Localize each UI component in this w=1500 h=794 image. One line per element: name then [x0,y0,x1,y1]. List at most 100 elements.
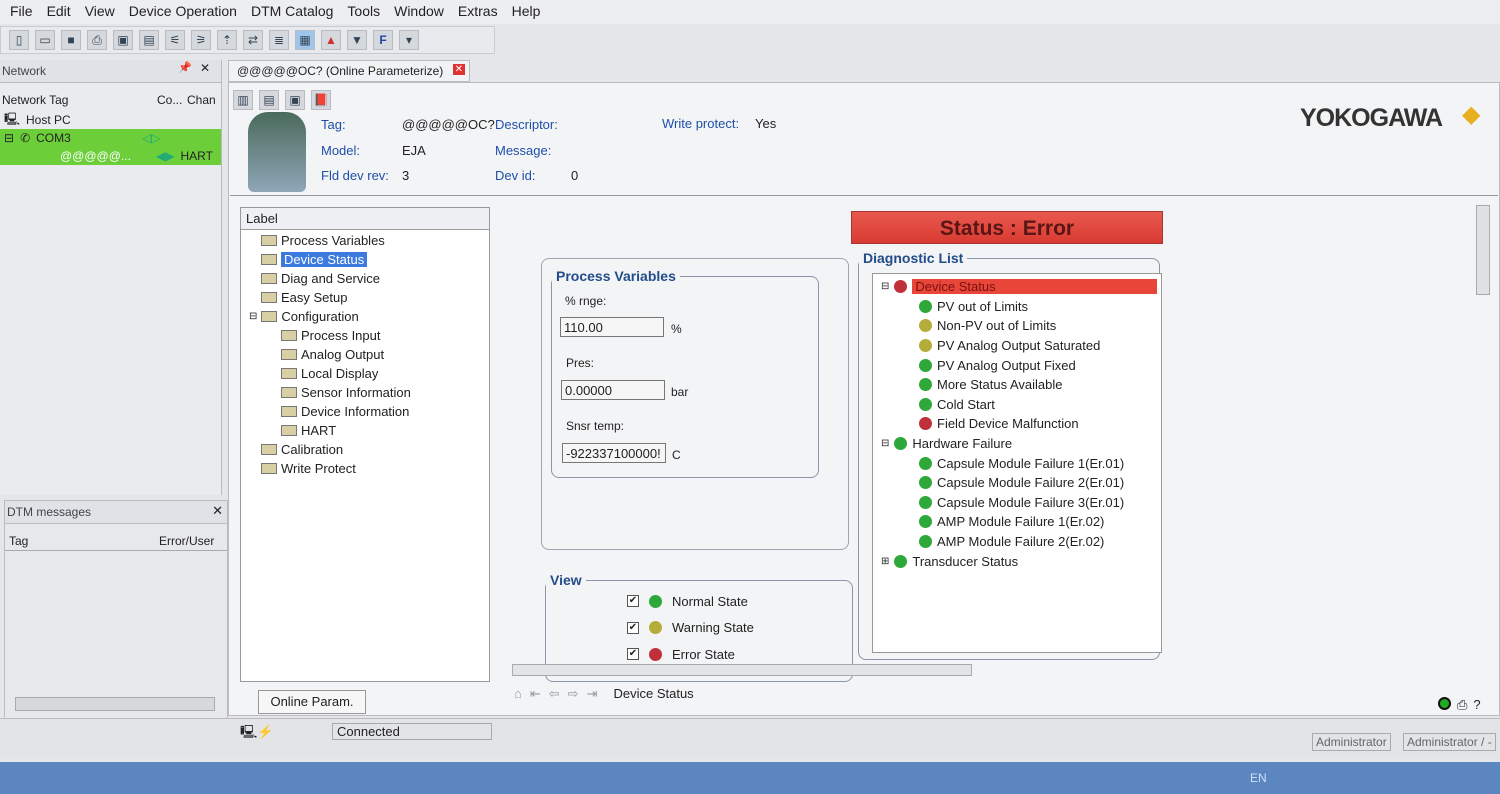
menu-file[interactable]: File [10,3,33,21]
view-filter-0[interactable]: ✔ Normal State [627,588,754,615]
home-icon[interactable]: ⌂ [514,686,522,702]
diag-item[interactable]: Cold Start [877,395,1157,415]
language-indicator[interactable]: EN [1250,771,1267,785]
tree-item[interactable]: HART [241,421,489,440]
pres-field[interactable]: 0.00000 [561,380,665,400]
diag-item[interactable]: AMP Module Failure 2(Er.02) [877,532,1157,552]
temp-field[interactable]: -922337100000! [562,443,666,463]
tree-item[interactable]: Easy Setup [241,288,489,307]
diag-item[interactable]: AMP Module Failure 1(Er.02) [877,512,1157,532]
tree-com3[interactable]: ⊟ ✆ COM3 ◁▷ [0,129,221,147]
tree-host-pc[interactable]: 🖳 Host PC [0,111,221,129]
col-co[interactable]: Co... [157,93,187,107]
catalog-icon[interactable]: ▣ [113,30,133,50]
online-param-icon[interactable]: ▦ [295,30,315,50]
chevron-down-icon[interactable]: ▾ [399,30,419,50]
function-icon[interactable]: F [373,30,393,50]
tab-online-param[interactable]: Online Param. [258,690,366,714]
col-chan[interactable]: Chan [187,93,216,107]
tree-item[interactable]: Calibration [241,440,489,459]
tree-item[interactable]: Process Variables [241,231,489,250]
tree-item-label: Process Input [301,328,381,343]
diag-item[interactable]: PV Analog Output Saturated [877,336,1157,356]
tree-item[interactable]: Device Information [241,402,489,421]
col-tag[interactable]: Tag [9,534,159,548]
collapse-icon[interactable]: ⊟ [881,438,889,449]
layout-icon[interactable]: ▥ [233,90,253,110]
tree-item[interactable]: Device Status [241,250,489,269]
collapse-icon[interactable]: ⊟ [249,311,257,322]
diag-item[interactable]: Capsule Module Failure 1(Er.01) [877,453,1157,473]
checkbox[interactable]: ✔ [627,648,639,661]
diag-item[interactable]: More Status Available [877,375,1157,395]
diag-item[interactable]: PV Analog Output Fixed [877,355,1157,375]
tree-item[interactable]: Write Protect [241,459,489,478]
diag-item[interactable]: Capsule Module Failure 3(Er.01) [877,493,1157,513]
checkbox[interactable]: ✔ [627,595,639,608]
pin-icon[interactable]: 📌 [178,61,192,74]
tree-device[interactable]: @@@@@... ◀▶ HART [0,147,221,165]
checkbox[interactable]: ✔ [627,621,639,634]
doc-toolbar: ▥ ▤ ▣ 📕 [233,90,331,110]
close-icon[interactable]: ✕ [200,61,210,75]
back-icon[interactable]: ⇦ [549,686,560,702]
tree-item[interactable]: Process Input [241,326,489,345]
last-icon[interactable]: ⇥ [587,686,598,702]
layout3-icon[interactable]: ▣ [285,90,305,110]
diag-item[interactable]: ⊟ Device Status [877,277,1157,297]
col-network-tag[interactable]: Network Tag [2,93,157,107]
rnge-label: % rnge: [565,294,607,308]
vertical-scrollbar[interactable] [1476,205,1490,295]
menu-dtm-catalog[interactable]: DTM Catalog [251,3,333,21]
menu-extras[interactable]: Extras [458,3,498,21]
menu-window[interactable]: Window [394,3,444,21]
menu-device-operation[interactable]: Device Operation [129,3,237,21]
menu-view[interactable]: View [85,3,115,21]
open-icon[interactable]: ▭ [35,30,55,50]
upload-icon[interactable]: ⇡ [217,30,237,50]
layout2-icon[interactable]: ▤ [259,90,279,110]
tree-item[interactable]: Sensor Information [241,383,489,402]
horizontal-scrollbar[interactable] [512,664,972,676]
diag-item[interactable]: ⊟ Hardware Failure [877,434,1157,454]
diag-item[interactable]: Capsule Module Failure 2(Er.01) [877,473,1157,493]
close-tab-icon[interactable]: ✕ [452,64,465,75]
normal-state-icon [919,476,932,490]
menu-edit[interactable]: Edit [47,3,71,21]
new-icon[interactable]: ▯ [9,30,29,50]
printer-icon[interactable]: ⎙ [1457,697,1467,713]
horizontal-scrollbar[interactable] [15,697,215,711]
diag-item[interactable]: PV out of Limits [877,297,1157,317]
expand-icon[interactable]: ⊞ [881,556,889,567]
folder-icon [281,406,297,417]
view-filter-1[interactable]: ✔ Warning State [627,615,754,642]
download-icon[interactable]: ▲ [321,30,341,50]
upload-device-icon[interactable]: ▼ [347,30,367,50]
first-icon[interactable]: ⇤ [530,686,541,702]
diag-item[interactable]: Field Device Malfunction [877,414,1157,434]
col-error-user[interactable]: Error/User [159,534,214,548]
help-icon[interactable]: ? [1473,697,1480,713]
save-icon[interactable]: ■ [61,30,81,50]
print-icon[interactable]: ⎙ [87,30,107,50]
tab-online-parameterize[interactable]: @@@@@OC? (Online Parameterize) ✕ [228,60,470,82]
disconnect-icon[interactable]: ⚞ [191,30,211,50]
help-book-icon[interactable]: 📕 [311,90,331,110]
rnge-field[interactable]: 110.00 [560,317,664,337]
tree-item[interactable]: Local Display [241,364,489,383]
diag-item[interactable]: ⊞ Transducer Status [877,551,1157,571]
network-icon[interactable]: ▤ [139,30,159,50]
menu-help[interactable]: Help [512,3,541,21]
diag-item[interactable]: Non-PV out of Limits [877,316,1157,336]
collapse-icon[interactable]: ⊟ [881,281,889,292]
menu-tools[interactable]: Tools [347,3,380,21]
close-icon[interactable]: ✕ [212,503,223,519]
forward-icon[interactable]: ⇨ [568,686,579,702]
menu-bar: File Edit View Device Operation DTM Cata… [0,0,1500,24]
tree-item[interactable]: ⊟ Configuration [241,307,489,326]
tree-item[interactable]: Analog Output [241,345,489,364]
connect-icon[interactable]: ⚟ [165,30,185,50]
transfer-icon[interactable]: ⇄ [243,30,263,50]
document-icon[interactable]: ≣ [269,30,289,50]
tree-item[interactable]: Diag and Service [241,269,489,288]
